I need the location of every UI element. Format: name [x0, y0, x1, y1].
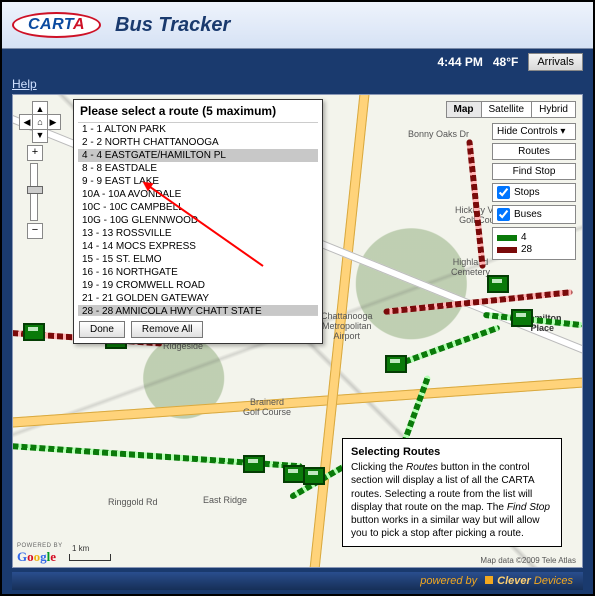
zoom-in-button[interactable]: +: [27, 145, 43, 161]
footer-powered: powered by: [420, 575, 477, 587]
buses-checkbox-input[interactable]: [497, 208, 510, 221]
legend-label-28: 28: [521, 244, 532, 255]
route-option[interactable]: 9 - 9 EAST LAKE: [78, 175, 318, 188]
route-option[interactable]: 28 - 28 AMNICOLA HWY CHATT STATE: [78, 305, 318, 316]
buses-checkbox[interactable]: Buses: [492, 205, 576, 224]
legend-label-4: 4: [521, 232, 527, 243]
zoom-out-button[interactable]: −: [27, 223, 43, 239]
app-subtitle: Bus Tracker: [115, 14, 230, 37]
google-logo: Google: [17, 549, 56, 565]
map-viewport[interactable]: Ridgeside East Ridge Ringgold Rd Brainer…: [12, 94, 583, 568]
arrivals-button[interactable]: Arrivals: [528, 53, 583, 71]
brand-square-icon: [485, 576, 493, 584]
route-option[interactable]: 14 - 14 MOCS EXPRESS: [78, 240, 318, 253]
zoom-track[interactable]: [30, 163, 38, 221]
route-option[interactable]: 15 - 15 ST. ELMO: [78, 253, 318, 266]
bus-icon[interactable]: [385, 355, 407, 373]
route-option[interactable]: 19 - 19 CROMWELL ROAD: [78, 279, 318, 292]
map-type-switch: Map Satellite Hybrid: [446, 101, 576, 118]
buses-label: Buses: [514, 209, 542, 220]
routes-button[interactable]: Routes: [492, 143, 576, 160]
route-option[interactable]: 10C - 10C CAMPBELL: [78, 201, 318, 214]
route-option[interactable]: 1 - 1 ALTON PARK: [78, 123, 318, 136]
callout-text: button works in a similar way but will a…: [351, 515, 539, 539]
find-stop-button[interactable]: Find Stop: [492, 163, 576, 180]
zoom-handle[interactable]: [27, 186, 43, 194]
route-dialog-title: Please select a route (5 maximum): [74, 100, 322, 122]
stops-checkbox[interactable]: Stops: [492, 183, 576, 202]
callout-em: Routes: [406, 462, 438, 473]
help-callout: Selecting Routes Clicking the Routes but…: [342, 438, 562, 547]
map-pan-control: ▲ ▼ ◀ ▶ ⌂: [19, 101, 59, 141]
bus-icon[interactable]: [511, 309, 533, 327]
map-label: Brainerd Golf Course: [243, 397, 291, 417]
header: CARTA Bus Tracker: [2, 2, 593, 49]
legend-swatch-4: [497, 235, 517, 241]
footer: powered by Clever Devices: [12, 572, 583, 590]
map-zoom-control: + −: [27, 145, 41, 239]
done-button[interactable]: Done: [79, 321, 125, 338]
stops-checkbox-input[interactable]: [497, 186, 510, 199]
route-option[interactable]: 13 - 13 ROSSVILLE: [78, 227, 318, 240]
callout-title: Selecting Routes: [351, 445, 553, 459]
route-legend: 4 28: [492, 227, 576, 260]
map-scale: 1 km: [69, 554, 111, 561]
route-option[interactable]: 2 - 2 NORTH CHATTANOOGA: [78, 136, 318, 149]
scale-label: 1 km: [72, 544, 89, 553]
map-side-panel: Hide Controls ▾ Routes Find Stop Stops B…: [492, 123, 576, 260]
bus-icon[interactable]: [243, 455, 265, 473]
remove-all-button[interactable]: Remove All: [131, 321, 204, 338]
map-label: East Ridge: [203, 495, 247, 505]
callout-text: Clicking the: [351, 462, 406, 473]
route-option[interactable]: 8 - 8 EASTDALE: [78, 162, 318, 175]
hide-controls-button[interactable]: Hide Controls ▾: [492, 123, 576, 140]
pan-center-button[interactable]: ⌂: [32, 114, 48, 130]
clock-text: 4:44 PM: [437, 55, 482, 69]
map-label: Chattanooga Metropolitan Airport: [321, 311, 373, 341]
status-bar: 4:44 PM 48°F Arrivals: [2, 49, 593, 75]
bus-icon[interactable]: [487, 275, 509, 293]
temperature-text: 48°F: [493, 55, 518, 69]
route-option[interactable]: 10A - 10A AVONDALE: [78, 188, 318, 201]
maptype-satellite[interactable]: Satellite: [482, 101, 533, 118]
maptype-map[interactable]: Map: [446, 101, 482, 118]
bus-icon[interactable]: [23, 323, 45, 341]
bus-icon[interactable]: [303, 467, 325, 485]
map-label: Bonny Oaks Dr: [408, 129, 469, 139]
footer-brand: Clever Devices: [485, 575, 573, 587]
callout-em: Find Stop: [507, 502, 550, 513]
stops-label: Stops: [514, 187, 540, 198]
bus-icon[interactable]: [283, 465, 305, 483]
route-option[interactable]: 4 - 4 EASTGATE/HAMILTON PL: [78, 149, 318, 162]
maptype-hybrid[interactable]: Hybrid: [532, 101, 576, 118]
route-option[interactable]: 16 - 16 NORTHGATE: [78, 266, 318, 279]
carta-logo: CARTA: [12, 12, 101, 38]
map-credit: Map data ©2009 Tele Atlas: [480, 556, 576, 565]
help-link[interactable]: Help: [12, 77, 37, 91]
route-option[interactable]: 21 - 21 GOLDEN GATEWAY: [78, 292, 318, 305]
legend-swatch-28: [497, 247, 517, 253]
map-label: Ringgold Rd: [108, 497, 158, 507]
